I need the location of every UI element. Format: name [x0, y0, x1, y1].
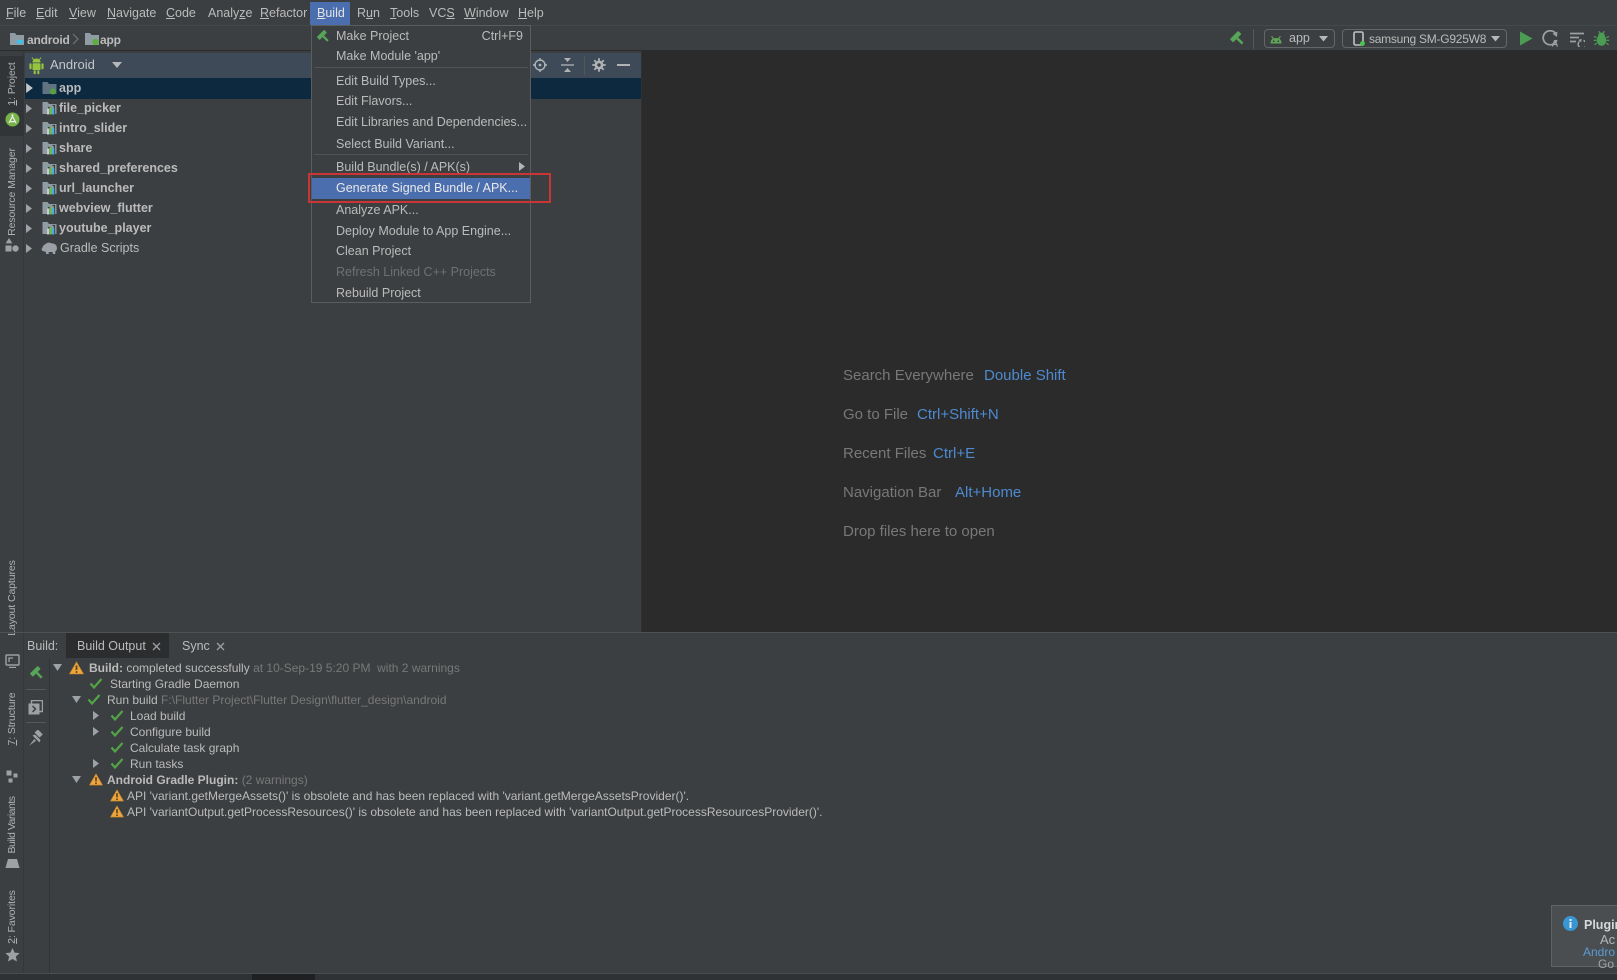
svg-text:A: A [1552, 39, 1559, 49]
